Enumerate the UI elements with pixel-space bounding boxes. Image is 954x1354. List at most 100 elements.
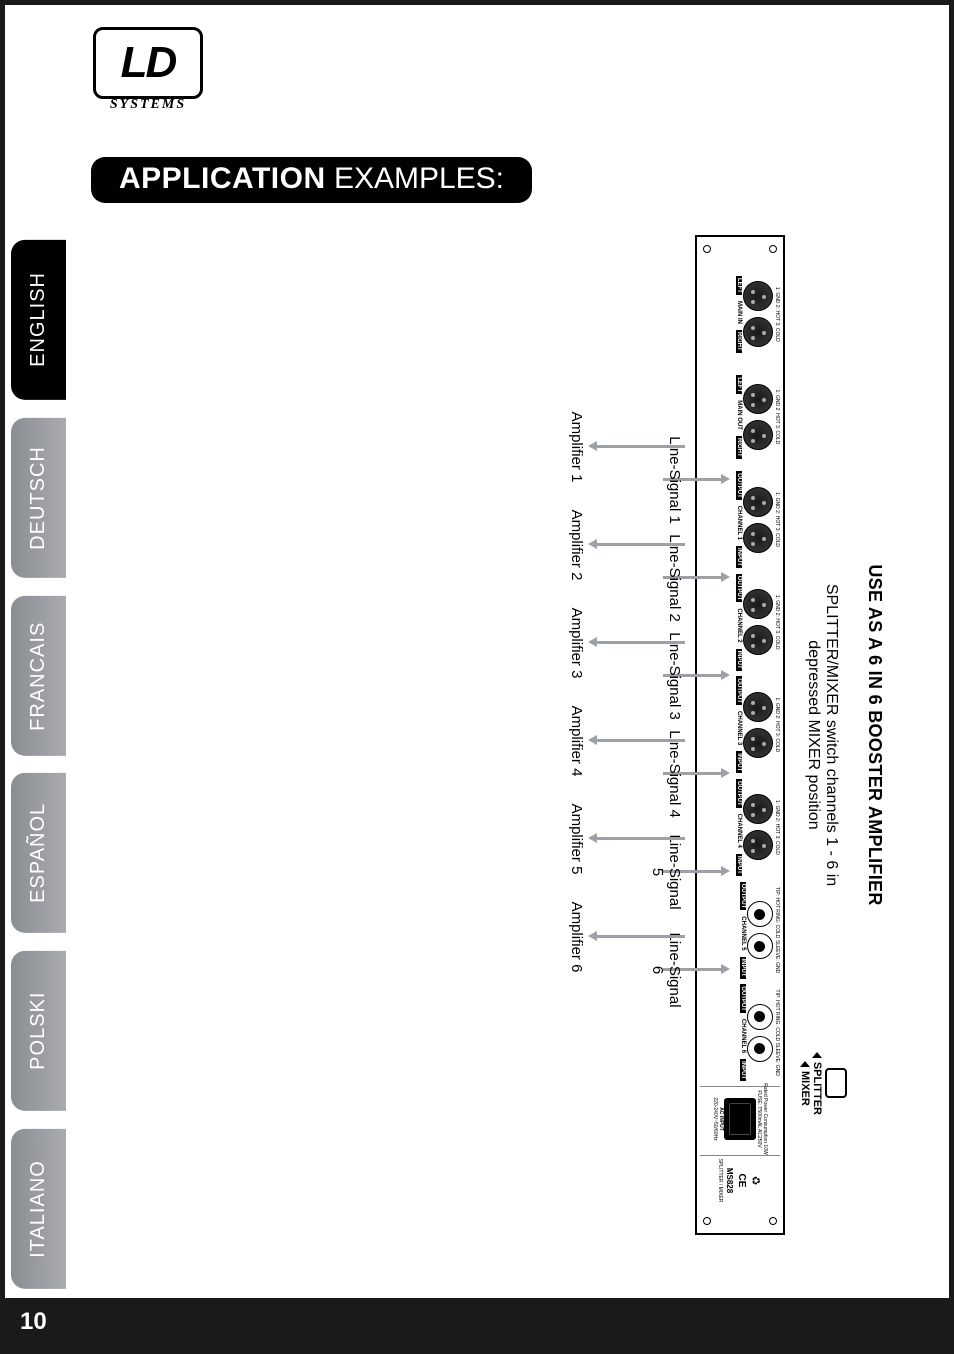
channel-4: 1: GND 2: HOT 3: COLD OUTPUT CHANNEL 4 INP… (700, 778, 780, 877)
ch-pins: 1: GND 2: HOT 3: COLD (774, 492, 780, 547)
label-channel: CHANNEL 4 (736, 814, 742, 848)
fuse-rating: FUSE: T500mAL AC250V (756, 1090, 762, 1147)
label-input: INPUT (740, 957, 746, 979)
label-channel: CHANNEL 6 (740, 1019, 746, 1053)
trs-icon (747, 1036, 773, 1062)
xlr-icon (743, 692, 773, 722)
main-in-pins: 1: GND 2: HOT 3: COLD (774, 287, 780, 342)
model-subtitle: SPLITTER / MIXER (718, 1159, 724, 1203)
weee-icon: ♻ (750, 1176, 763, 1186)
rack-ear-left (697, 237, 783, 261)
label-main-out: MAIN OUT (736, 400, 742, 430)
xlr-icon (743, 317, 773, 347)
xlr-icon (743, 281, 773, 311)
label-input: INPUT (736, 649, 742, 671)
page-heading: APPLICATION EXAMPLES: (91, 157, 532, 203)
arrow-down-icon (595, 445, 685, 448)
logo-subtext: SYSTEMS (93, 97, 203, 113)
label-channel: CHANNEL 2 (736, 608, 742, 642)
xlr-icon (743, 728, 773, 758)
page-number: 10 (20, 1308, 47, 1336)
channel-1: 1: GND 2: HOT 3: COLD OUTPUT CHANNEL 1 INP… (700, 470, 780, 569)
xlr-icon (743, 384, 773, 414)
power-inlet: Rated Power Consumption 10W FUSE: T500mA… (700, 1086, 780, 1151)
lang-tab-polski[interactable]: POLSKI (11, 951, 66, 1111)
xlr-icon (743, 625, 773, 655)
label-left: LEFT (736, 375, 742, 394)
heading-normal: EXAMPLES: (326, 162, 504, 195)
arrow-down-icon (595, 935, 685, 938)
language-tabs: ENGLISH DEUTSCH FRANCAIS ESPAÑOL POLSKI … (11, 240, 66, 1289)
main-in-group: 1: GND 2: HOT 3: COLD LEFT MAIN IN RIGHT (700, 265, 780, 364)
label-output: OUTPUT (740, 984, 746, 1013)
label-left: LEFT (736, 276, 742, 295)
label-output: OUTPUT (740, 882, 746, 911)
brand-logo: LD SYSTEMS (93, 27, 203, 122)
label-right: RIGHT (736, 330, 742, 353)
label-main-in: MAIN IN (736, 301, 742, 324)
model-section: ♻ CE MS828 SPLITTER / MIXER (700, 1155, 780, 1205)
channel-2: 1: GND 2: HOT 3: COLD OUTPUT CHANNEL 2 INP… (700, 573, 780, 672)
ch-pins: 1: GND 2: HOT 3: COLD (774, 697, 780, 752)
xlr-icon (743, 589, 773, 619)
label-channel: CHANNEL 1 (736, 506, 742, 540)
label-right: RIGHT (736, 436, 742, 459)
trs-icon (747, 901, 773, 927)
trs-icon (747, 1004, 773, 1030)
switch-label-splitter: SPLITTER (811, 1062, 823, 1115)
splitter-mixer-switch-icon: SPLITTER MIXER (799, 1052, 847, 1115)
power-consumption: Rated Power Consumption 10W (762, 1083, 768, 1154)
rotated-content: USE AS A 6 IN 6 BOOSTER AMPLIFIER SPLITT… (110, 235, 915, 1235)
footer-strip: 10 (0, 1298, 954, 1354)
logo-text: LD (121, 38, 176, 88)
arrow-down-icon (595, 837, 685, 840)
trs-icon (747, 933, 773, 959)
arrow-down-icon (595, 641, 685, 644)
lang-tab-deutsch[interactable]: DEUTSCH (11, 418, 66, 578)
ch-pins: 1: GND 2: HOT 3: COLD (774, 595, 780, 650)
section-title: USE AS A 6 IN 6 BOOSTER AMPLIFIER (864, 564, 885, 905)
voltage-label: 220-240V~50/60Hz (712, 1097, 718, 1140)
arrow-down-icon (595, 739, 685, 742)
switch-button-icon (825, 1068, 847, 1098)
arrow-down-icon (595, 543, 685, 546)
model-number: MS828 (726, 1168, 735, 1193)
channel-6: TIP: HOT RING: COLD SLEEVE: GND OUTPUT CH… (700, 983, 780, 1082)
ch-pins: TIP: HOT RING: COLD SLEEVE: GND (774, 887, 780, 973)
label-channel: CHANNEL 5 (740, 916, 746, 950)
lang-tab-francais[interactable]: FRANCAIS (11, 596, 66, 756)
section-description: SPLITTER/MIXER switch channels 1 - 6 in … (804, 584, 840, 886)
rack-ear-right (697, 1209, 783, 1233)
heading-bold: APPLICATION (119, 162, 326, 195)
label-channel: CHANNEL 3 (736, 711, 742, 745)
main-out-group: 1: GND 2: HOT 3: COLD LEFT MAIN OUT RIGHT (700, 368, 780, 467)
ce-mark-icon: CE (737, 1174, 748, 1188)
lang-tab-espanol[interactable]: ESPAÑOL (11, 773, 66, 933)
xlr-icon (743, 420, 773, 450)
channel-3: 1: GND 2: HOT 3: COLD OUTPUTCHANNEL 3INP… (700, 676, 780, 775)
label-output: OUTPUT (736, 779, 742, 808)
amplifier-label: Amplifier 6 (568, 877, 585, 997)
desc-line-1: SPLITTER/MIXER switch channels 1 - 6 in (823, 584, 840, 886)
main-out-pins: 1: GND 2: HOT 3: COLD (774, 389, 780, 444)
desc-line-2: depressed MIXER position (805, 640, 822, 829)
ch-pins: TIP: HOT RING: COLD SLEEVE: GND (774, 990, 780, 1076)
xlr-icon (743, 794, 773, 824)
iec-socket-icon (724, 1098, 756, 1140)
xlr-icon (743, 830, 773, 860)
page: LD SYSTEMS APPLICATION EXAMPLES: ENGLISH… (5, 5, 949, 1349)
lang-tab-english[interactable]: ENGLISH (11, 240, 66, 400)
xlr-icon (743, 523, 773, 553)
switch-label-mixer: MIXER (799, 1071, 811, 1106)
label-output: OUTPUT (736, 676, 742, 705)
label-output: OUTPUT (736, 574, 742, 603)
label-input: INPUT (740, 1059, 746, 1081)
rack-rear-panel: 1: GND 2: HOT 3: COLD LEFT MAIN IN RIGHT 1… (695, 235, 785, 1235)
label-input: INPUT (736, 854, 742, 876)
channel-5: TIP: HOT RING: COLD SLEEVE: GND OUTPUT CH… (700, 881, 780, 980)
label-input: INPUT (736, 546, 742, 568)
xlr-icon (743, 487, 773, 517)
ch-pins: 1: GND 2: HOT 3: COLD (774, 800, 780, 855)
label-output: OUTPUT (736, 471, 742, 500)
lang-tab-italiano[interactable]: ITALIANO (11, 1129, 66, 1289)
